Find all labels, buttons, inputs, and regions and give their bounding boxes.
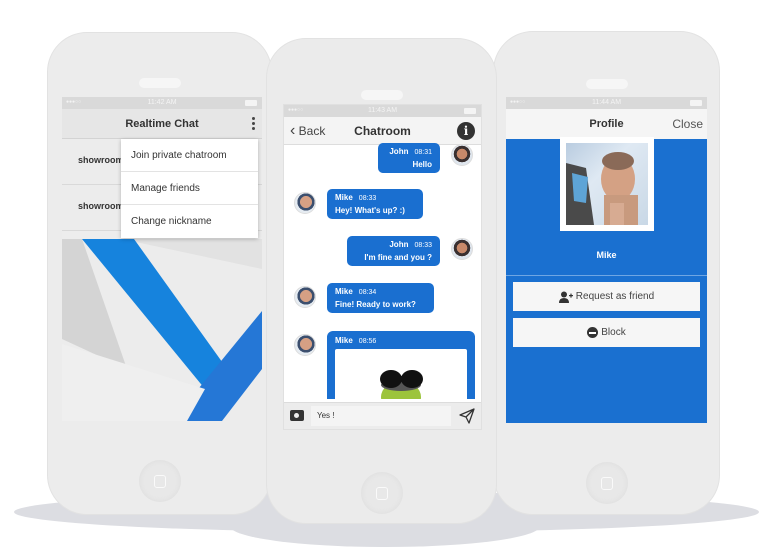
speaker: [138, 78, 181, 88]
overflow-menu: Join private chatroom Manage friends Cha…: [121, 139, 258, 238]
chat-message: Mike 08:33 Hey! What's up? :): [327, 189, 423, 219]
status-bar: ●●●○○ 11:43 AM: [284, 105, 481, 117]
chat-message: John 08:33 I'm fine and you ?: [347, 236, 440, 266]
menu-item-manage-friends[interactable]: Manage friends: [121, 172, 258, 205]
message-time: 08:56: [358, 338, 377, 345]
message-input[interactable]: Yes !: [311, 406, 451, 426]
request-friend-button[interactable]: Request as friend: [513, 282, 700, 311]
status-bar: ●●●○○ 11:44 AM: [506, 97, 707, 109]
message-sender: Mike: [335, 193, 353, 202]
room-label: showroom: [78, 201, 124, 211]
message-sender: Mike: [335, 336, 353, 345]
message-text: Hey! What's up? :): [335, 206, 405, 215]
status-time: 11:44 AM: [591, 99, 622, 106]
person-photo: [566, 152, 638, 225]
message-sender: Mike: [335, 287, 353, 296]
profile-name: Mike: [596, 250, 617, 260]
app-bar: Realtime Chat: [62, 109, 262, 139]
home-button[interactable]: [138, 460, 181, 502]
status-bar: ●●●○○ 11:42 AM: [62, 97, 262, 109]
message-text: Fine! Ready to work?: [335, 300, 416, 309]
screen-chatroom: ●●●○○ 11:43 AM ‹ Back Chatroom i John 08:…: [283, 104, 482, 430]
phone-center: ●●●○○ 11:43 AM ‹ Back Chatroom i John 08:…: [266, 38, 497, 524]
home-button[interactable]: [360, 472, 403, 514]
add-user-icon: [558, 291, 573, 303]
room-label: showroom: [78, 155, 124, 165]
avatar-john: [451, 238, 473, 260]
chat-message-image[interactable]: Mike 08:56: [327, 331, 475, 399]
divider: [506, 275, 707, 276]
home-button[interactable]: [585, 462, 628, 504]
chat-message: Mike 08:34 Fine! Ready to work?: [327, 283, 434, 313]
camera-icon[interactable]: [290, 410, 304, 421]
chat-message: John 08:31 Hello: [378, 143, 440, 173]
screen-realtime-chat: ●●●○○ 11:42 AM Realtime Chat showroom sh…: [62, 97, 262, 421]
profile-photo: [560, 137, 654, 231]
message-time: 08:31: [414, 149, 432, 156]
avatar-mike: [294, 192, 316, 214]
composer-bar: Yes !: [284, 402, 481, 429]
message-time: 08:33: [414, 242, 432, 249]
block-icon: [587, 327, 599, 338]
close-button[interactable]: Close: [672, 117, 703, 131]
message-text: Hello: [412, 160, 432, 169]
image-attachment: [335, 349, 467, 399]
block-label: Block: [601, 327, 626, 338]
speaker: [585, 79, 628, 89]
app-title: Realtime Chat: [125, 118, 199, 130]
message-sender: John: [389, 147, 409, 156]
message-list: John 08:31 Hello Mike 08:33 Hey! What's up…: [284, 134, 481, 399]
message-text: I'm fine and you ?: [364, 253, 432, 262]
battery-icon: [464, 108, 476, 114]
message-sender: John: [389, 240, 409, 249]
phone-right: ●●●○○ 11:44 AM Profile Close Mike Reques…: [493, 31, 720, 515]
request-friend-label: Request as friend: [575, 291, 655, 302]
speaker: [360, 90, 403, 100]
battery-icon: [245, 100, 257, 106]
frog-sunglasses-image: [380, 370, 423, 399]
battery-icon: [690, 100, 702, 106]
avatar-mike: [294, 334, 316, 356]
phone-left: ●●●○○ 11:42 AM Realtime Chat showroom sh…: [47, 32, 272, 515]
message-time: 08:34: [358, 289, 377, 296]
status-time: 11:42 AM: [147, 99, 177, 106]
more-vert-icon[interactable]: [252, 117, 256, 132]
send-icon[interactable]: [459, 408, 475, 424]
status-time: 11:43 AM: [367, 107, 398, 114]
message-time: 08:33: [358, 195, 377, 202]
menu-item-change-nickname[interactable]: Change nickname: [121, 205, 258, 238]
material-wallpaper: [62, 239, 262, 421]
avatar-john: [451, 144, 473, 166]
avatar-mike: [294, 286, 316, 308]
app-bar: Profile Close: [506, 109, 707, 139]
menu-item-join-private-chatroom[interactable]: Join private chatroom: [121, 139, 258, 172]
screen-profile: ●●●○○ 11:44 AM Profile Close Mike Reques…: [506, 97, 707, 423]
block-button[interactable]: Block: [513, 318, 700, 347]
